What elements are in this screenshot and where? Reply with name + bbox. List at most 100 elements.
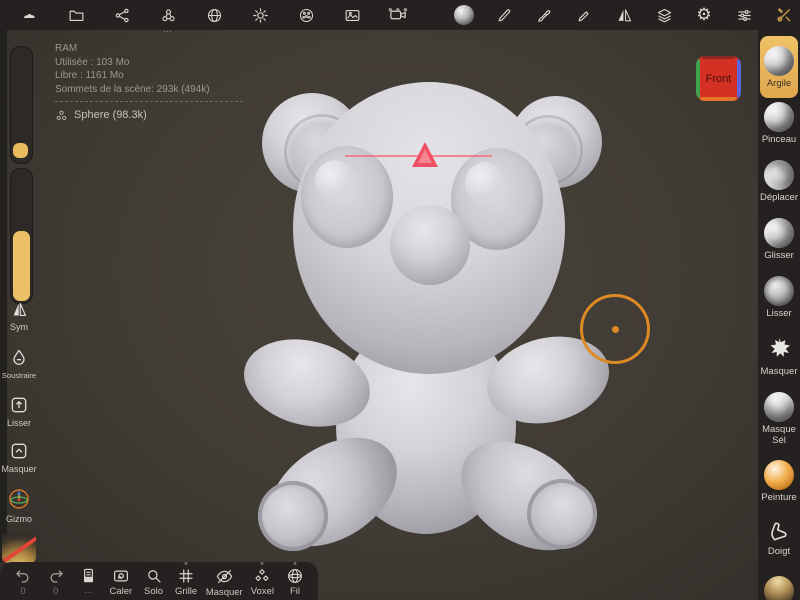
grid-label: Grille <box>175 586 198 597</box>
tool-next-partial[interactable] <box>764 576 794 600</box>
gizmo-label: Gizmo <box>5 514 32 524</box>
nomad-sculpt-app: RAM Utilisée : 103 Mo Libre : 1161 Mo So… <box>0 0 800 600</box>
hide-mask-button[interactable]: Masquer <box>206 567 243 598</box>
symmetry-toggle[interactable]: Sym <box>0 300 38 332</box>
tool-deplacer[interactable]: Déplacer <box>760 160 798 218</box>
tool-masquer[interactable]: Masquer <box>760 334 798 392</box>
radius-slider-handle[interactable] <box>13 143 28 158</box>
voxel-button[interactable]: Voxel <box>249 562 275 597</box>
radius-slider[interactable] <box>10 46 33 164</box>
topology-icon[interactable]: … <box>158 5 178 34</box>
undo-button[interactable]: 0 <box>10 567 36 596</box>
solo-button[interactable]: Solo <box>141 567 167 597</box>
wireframe-button[interactable]: Fil <box>282 562 308 597</box>
tool-deplacer-label: Déplacer <box>759 192 799 203</box>
bear-nose <box>390 205 470 285</box>
voxel-options-tick <box>260 562 264 565</box>
grid-options-tick <box>184 562 188 565</box>
bear-eye-left-highlight <box>315 160 355 202</box>
falloff-curve-preview[interactable] <box>2 533 36 563</box>
drag-tool-icon <box>764 218 794 248</box>
tool-masquer-label: Masquer <box>760 366 798 377</box>
left-sidebar: Sym Soustraire Lisser Masquer Gizmo <box>0 30 38 563</box>
stats-ram-title: RAM <box>55 43 78 54</box>
mask-modifier-button[interactable]: Masquer <box>0 441 38 474</box>
view-cube[interactable]: Front <box>696 56 741 101</box>
stats-ram-used: Utilisée : 103 Mo <box>55 56 130 68</box>
tool-doigt-label: Doigt <box>767 546 791 557</box>
material-icon[interactable] <box>204 5 224 25</box>
voxel-icon <box>255 569 269 582</box>
hide-mask-label: Masquer <box>205 587 243 598</box>
settings-icon[interactable]: ⚙ <box>694 5 714 25</box>
environment-icon[interactable] <box>296 5 316 25</box>
tool-argile[interactable]: Argile <box>760 36 798 98</box>
smooth-modifier-button[interactable]: Lisser <box>0 395 38 428</box>
stylus-icon[interactable] <box>494 5 514 25</box>
redo-count: 0 <box>53 586 59 596</box>
tool-masque-sel-label2: Sél <box>772 435 786 446</box>
stroke-icon[interactable] <box>574 5 594 25</box>
view-cube-face-label: Front <box>705 72 732 85</box>
gizmo-button[interactable]: Gizmo <box>0 487 38 524</box>
falloff-slash <box>2 533 36 563</box>
wireframe-label: Fil <box>289 586 300 597</box>
eye-off-icon <box>216 569 233 584</box>
active-object-label: Sphere (98.3k) <box>74 109 147 121</box>
symmetry-icon[interactable] <box>614 5 634 25</box>
tool-lisser[interactable]: Lisser <box>764 276 794 334</box>
undo-icon <box>16 570 29 583</box>
intensity-slider-fill[interactable] <box>13 231 30 301</box>
sym-icon <box>13 302 26 317</box>
voxel-label: Voxel <box>250 586 274 597</box>
tool-glisser[interactable]: Glisser <box>764 218 794 276</box>
window-handle-dots[interactable]: ••• <box>388 2 411 17</box>
bear-eye-right-highlight <box>465 162 505 204</box>
wireframe-icon <box>288 569 302 583</box>
tool-doigt[interactable]: Doigt <box>766 518 792 576</box>
tool-glisser-label: Glisser <box>764 250 794 261</box>
view-cube-bottom-edge <box>700 97 737 101</box>
solo-label: Solo <box>143 586 163 597</box>
stroke-mode-label: Soustraire <box>1 371 37 380</box>
background-image-icon[interactable] <box>342 5 362 25</box>
painting-icon[interactable] <box>534 5 554 25</box>
tool-masque-sel[interactable]: Masque Sél <box>762 392 796 460</box>
parameters-icon[interactable] <box>734 5 754 25</box>
paint-tool-icon <box>763 460 794 490</box>
tool-pinceau[interactable]: Pinceau <box>762 102 796 160</box>
nomad-logo-icon[interactable] <box>20 5 40 25</box>
scene-graph-icon[interactable] <box>112 5 132 25</box>
smooth-modifier-label: Lisser <box>6 418 31 428</box>
gizmo-icon <box>9 489 29 509</box>
wireframe-options-tick <box>293 562 297 565</box>
sym-label: Sym <box>10 322 28 332</box>
tool-peinture[interactable]: Peinture <box>761 460 797 518</box>
scene-stats: RAM Utilisée : 103 Mo Libre : 1161 Mo So… <box>55 42 243 123</box>
view-cube-left-edge <box>696 59 700 98</box>
grid-button[interactable]: Grille <box>173 562 199 597</box>
ctrl-key-icon <box>11 443 27 459</box>
snap-view-button[interactable]: Caler <box>108 567 134 597</box>
redo-button[interactable]: 0 <box>43 567 69 596</box>
files-icon[interactable] <box>66 5 86 25</box>
next-tool-icon <box>764 576 794 600</box>
intensity-slider[interactable] <box>10 168 33 304</box>
view-cube-top-edge <box>702 56 735 59</box>
stroke-mode-button[interactable]: Soustraire <box>0 348 38 380</box>
snap-camera-icon <box>113 570 128 582</box>
left-edge-strip <box>0 30 7 562</box>
bear-foot-right-disc <box>538 486 592 540</box>
finger-tool-icon <box>771 522 787 541</box>
redo-icon <box>50 570 63 583</box>
move-tool-icon <box>764 160 794 190</box>
history-more-dots: … <box>83 585 93 595</box>
tools-icon[interactable] <box>774 5 794 25</box>
lighting-icon[interactable] <box>250 5 270 25</box>
stats-divider <box>55 101 243 102</box>
mask-sel-tool-icon <box>764 392 794 422</box>
history-button[interactable]: … <box>75 567 101 595</box>
tool-lisser-label: Lisser <box>766 308 792 319</box>
layers-icon[interactable] <box>654 5 674 25</box>
matcap-icon[interactable] <box>454 5 474 25</box>
